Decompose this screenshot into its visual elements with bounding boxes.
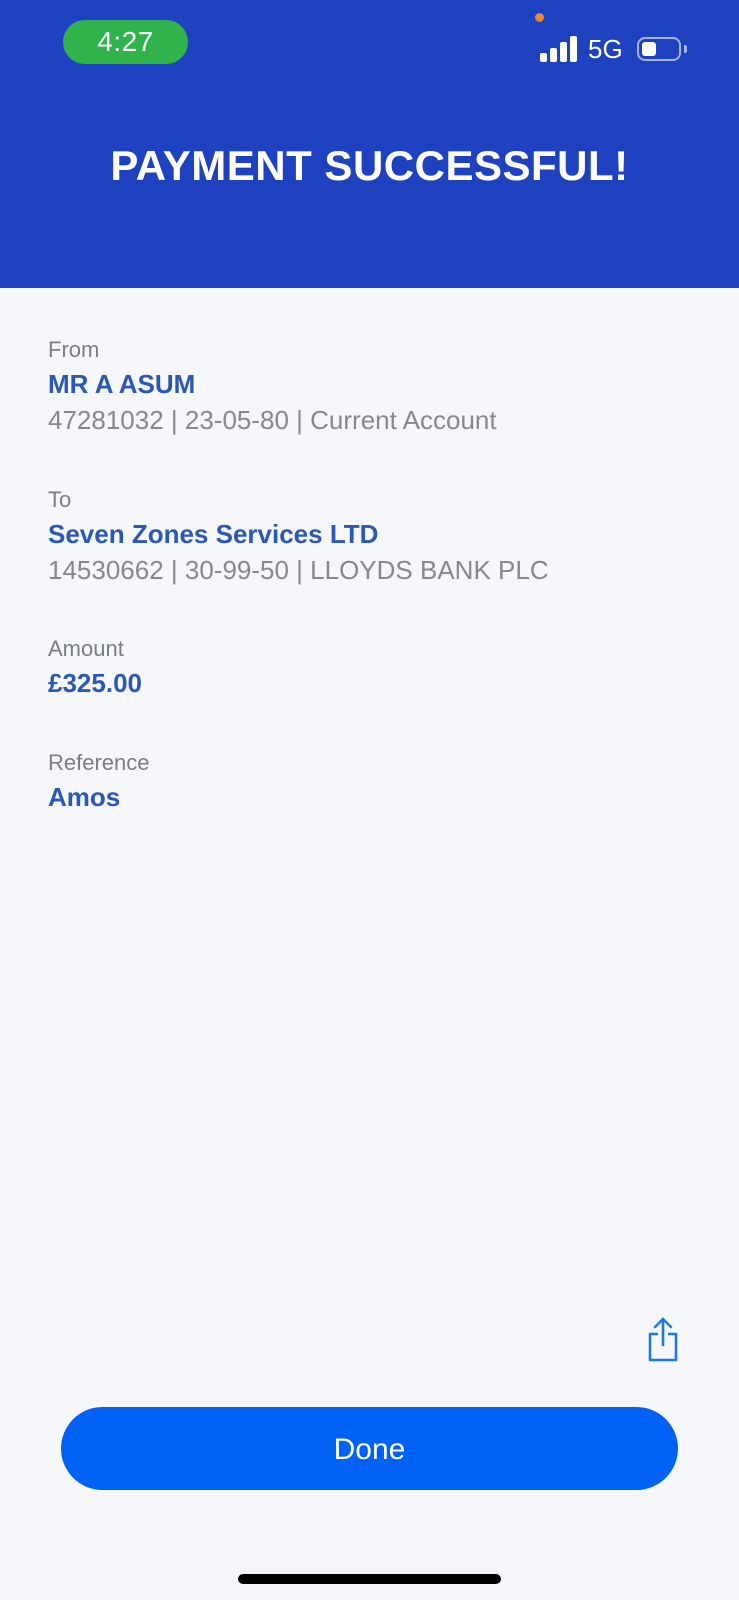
network-type: 5G — [588, 34, 623, 64]
to-name: Seven Zones Services LTD — [48, 519, 379, 549]
status-time: 4:27 — [63, 20, 188, 64]
to-account-info: 14530662 | 30-99-50 | LLOYDS BANK PLC — [48, 555, 549, 585]
reference-label: Reference — [48, 750, 150, 775]
share-icon — [648, 1317, 678, 1362]
from-account-info: 47281032 | 23-05-80 | Current Account — [48, 405, 497, 435]
to-label: To — [48, 487, 72, 512]
reference-section: Reference Amos — [48, 748, 698, 814]
to-section: To Seven Zones Services LTD 14530662 | 3… — [48, 485, 698, 587]
amount-label: Amount — [48, 636, 124, 661]
privacy-indicator-dot — [535, 13, 544, 22]
header-banner: 4:27 5G PAYMENT SUCCESSFUL! — [0, 0, 739, 288]
from-label: From — [48, 337, 100, 362]
signal-strength-icon — [540, 36, 578, 62]
share-button[interactable] — [646, 1316, 680, 1362]
amount-value: £325.00 — [48, 668, 142, 698]
from-name: MR A ASUM — [48, 369, 196, 399]
done-button[interactable]: Done — [61, 1407, 678, 1490]
payment-confirmation-screen: 4:27 5G PAYMENT SUCCESSFUL! From MR A AS… — [0, 0, 739, 1600]
from-section: From MR A ASUM 47281032 | 23-05-80 | Cur… — [48, 335, 698, 437]
reference-value: Amos — [48, 782, 121, 812]
page-title: PAYMENT SUCCESSFUL! — [110, 142, 629, 189]
amount-section: Amount £325.00 — [48, 634, 698, 700]
battery-level — [642, 42, 656, 56]
battery-icon — [637, 37, 681, 61]
home-indicator[interactable] — [238, 1574, 501, 1584]
battery-cap — [684, 45, 687, 53]
